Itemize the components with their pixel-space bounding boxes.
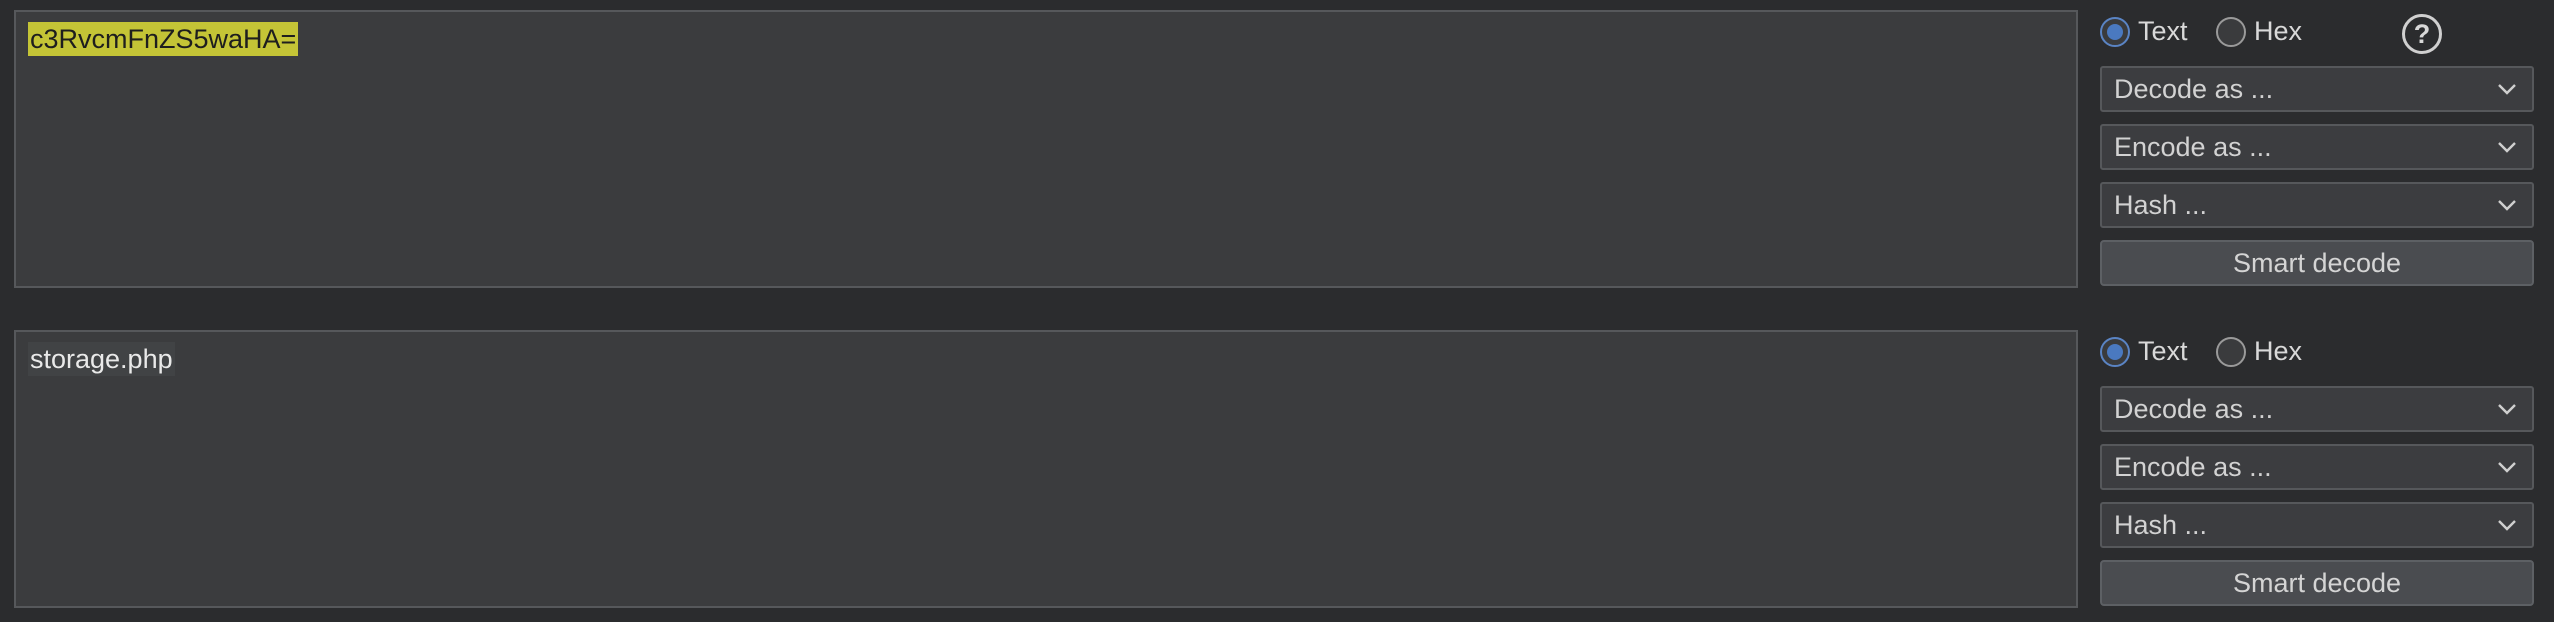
panel-1-controls: Text Hex ? Decode as ... Encode as ... H… [2100, 10, 2534, 286]
decoder-panel-2: storage.php Text Hex Decode as ... Encod… [0, 320, 2554, 620]
output-text-area[interactable]: storage.php [14, 330, 2078, 608]
encode-as-label: Encode as ... [2114, 132, 2272, 162]
chevron-down-icon [2498, 462, 2516, 473]
smart-decode-button[interactable]: Smart decode [2100, 560, 2534, 606]
hex-mode-radio[interactable]: Hex [2216, 16, 2302, 47]
mode-radio-group: Text Hex ? [2100, 10, 2534, 58]
text-mode-radio[interactable]: Text [2100, 16, 2188, 47]
hash-dropdown[interactable]: Hash ... [2100, 182, 2534, 228]
hex-mode-label: Hex [2254, 16, 2303, 46]
decode-as-label: Decode as ... [2114, 74, 2274, 104]
chevron-down-icon [2498, 404, 2516, 415]
encode-as-dropdown[interactable]: Encode as ... [2100, 444, 2534, 490]
smart-decode-button[interactable]: Smart decode [2100, 240, 2534, 286]
hash-dropdown[interactable]: Hash ... [2100, 502, 2534, 548]
input-text-content: c3RvcmFnZS5waHA= [28, 22, 299, 56]
radio-unselected-icon [2216, 336, 2246, 367]
radio-selected-icon [2100, 16, 2130, 47]
decode-as-label: Decode as ... [2114, 394, 2274, 424]
output-text-content: storage.php [28, 342, 175, 376]
text-mode-label: Text [2138, 336, 2188, 366]
input-text-area[interactable]: c3RvcmFnZS5waHA= [14, 10, 2078, 288]
help-icon[interactable]: ? [2402, 14, 2442, 54]
panel-2-controls: Text Hex Decode as ... Encode as ... Has… [2100, 330, 2534, 606]
radio-unselected-icon [2216, 16, 2246, 47]
encode-as-label: Encode as ... [2114, 452, 2272, 482]
text-mode-radio[interactable]: Text [2100, 336, 2188, 367]
hex-mode-label: Hex [2254, 336, 2303, 366]
chevron-down-icon [2498, 84, 2516, 95]
decoder-panel-1: c3RvcmFnZS5waHA= Text Hex ? Decode as ..… [0, 0, 2554, 300]
chevron-down-icon [2498, 142, 2516, 153]
encode-as-dropdown[interactable]: Encode as ... [2100, 124, 2534, 170]
radio-selected-icon [2100, 336, 2130, 367]
decode-as-dropdown[interactable]: Decode as ... [2100, 386, 2534, 432]
hex-mode-radio[interactable]: Hex [2216, 336, 2302, 367]
chevron-down-icon [2498, 520, 2516, 531]
mode-radio-group: Text Hex [2100, 330, 2534, 378]
hash-label: Hash ... [2114, 190, 2208, 220]
text-mode-label: Text [2138, 16, 2188, 46]
decode-as-dropdown[interactable]: Decode as ... [2100, 66, 2534, 112]
chevron-down-icon [2498, 200, 2516, 211]
hash-label: Hash ... [2114, 510, 2208, 540]
